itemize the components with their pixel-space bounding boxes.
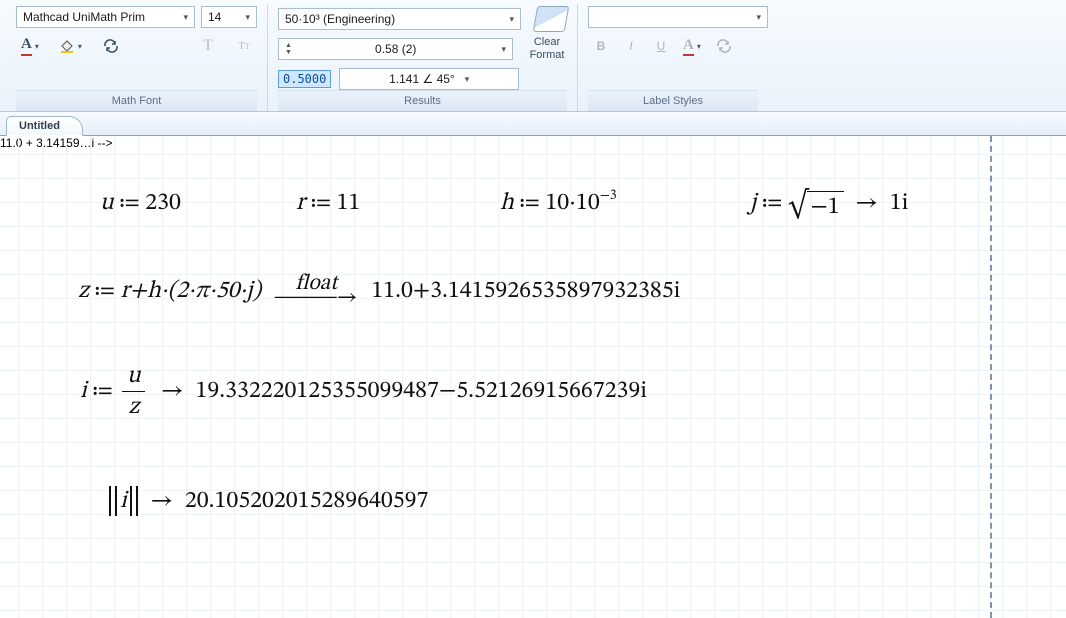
group-label: Results [278,90,567,111]
math-region-h[interactable]: h ≔ 10·10−3 [500,188,617,218]
float-arrow: float ―――→ [275,277,358,305]
paint-bucket-icon [59,39,75,53]
font-color-button[interactable]: A ▾ [16,34,44,58]
number-format-value: 50·10³ (Engineering) [285,12,395,26]
italic-button[interactable]: I [618,34,644,58]
precision-stepper[interactable]: ▲ ▼ [285,42,292,56]
font-color-icon: A [683,37,694,56]
precision-combo[interactable]: ▲ ▼ 0.58 (2) ▾ [278,38,513,60]
chevron-down-icon: ▾ [183,12,188,23]
group-label: Math Font [16,90,257,111]
norm-bars: i [109,486,138,516]
font-size-value: 14 [208,10,221,24]
highlight-color-button[interactable]: ▾ [54,34,87,58]
large-t-icon: T [203,37,213,55]
italic-icon: I [629,39,632,53]
group-label-styles: ▾ B I U A ▾ [578,4,768,111]
label-font-color-button[interactable]: A ▾ [678,34,706,58]
fraction: u z [122,361,145,422]
math-region-norm[interactable]: i → 20.105202015289640597 [108,486,428,516]
math-region-u[interactable]: u ≔ 230 [100,188,181,218]
font-family-value: Mathcad UniMath Prim [23,10,145,24]
eraser-icon [533,6,570,32]
underline-icon: U [657,39,666,53]
bold-icon: B [597,39,606,53]
refresh-icon [715,38,733,54]
bold-button[interactable]: B [588,34,614,58]
clear-format-label[interactable]: Clear Format [527,36,567,62]
chevron-down-icon: ▾ [501,44,506,55]
font-color-icon: A [21,36,32,56]
page-boundary [990,136,992,618]
polar-format-combo[interactable]: 1.141 ∠ 45° ▾ [339,68,519,90]
underline-button[interactable]: U [648,34,674,58]
math-region-r[interactable]: r ≔ 11 [296,188,360,218]
small-t-icon: TT [238,40,250,52]
chevron-down-icon: ▾ [35,42,39,51]
step-up-icon[interactable]: ▲ [285,42,292,49]
font-size-combo[interactable]: 14 ▾ [201,6,257,28]
math-region-j[interactable]: j ≔ √−1 → 1i [750,188,908,223]
clear-format-button[interactable] [535,6,567,32]
label-style-combo[interactable]: ▾ [588,6,768,28]
chevron-down-icon: ▾ [245,12,250,23]
complex-value-box[interactable]: 0.5000 [278,70,331,88]
group-label: Label Styles [588,90,758,111]
math-region-z[interactable]: z ≔ r+h·(2·π·50·j) float ―――→ 11.0+3.141… [78,276,680,306]
tab-strip: Untitled [0,112,1066,136]
worksheet-tab[interactable]: Untitled [6,116,83,136]
decrease-size-button[interactable]: TT [231,34,257,58]
refresh-button[interactable] [97,34,125,58]
number-format-combo[interactable]: 50·10³ (Engineering) ▾ [278,8,521,30]
chevron-down-icon: ▾ [509,14,514,25]
worksheet-viewport[interactable]: u ≔ 230 r ≔ 11 h ≔ 10·10−3 j ≔ √−1 → 1i … [0,136,1066,618]
step-down-icon[interactable]: ▼ [285,49,292,56]
group-results: 50·10³ (Engineering) ▾ ▲ ▼ 0.58 (2) ▾ [268,4,578,111]
chevron-down-icon: ▾ [756,12,761,23]
polar-value: 1.141 ∠ 45° [389,72,455,86]
refresh-icon [102,38,120,54]
tab-title: Untitled [19,120,60,132]
group-math-font: Mathcad UniMath Prim ▾ 14 ▾ A ▾ [6,4,268,111]
label-refresh-button[interactable] [710,34,738,58]
chevron-down-icon: ▾ [697,42,701,51]
ribbon: Mathcad UniMath Prim ▾ 14 ▾ A ▾ [0,0,1066,112]
sqrt-icon: √−1 [788,190,844,223]
font-family-combo[interactable]: Mathcad UniMath Prim ▾ [16,6,195,28]
increase-size-button[interactable]: T [195,34,221,58]
math-region-i[interactable]: i ≔ u z → 19.332220125355099487−5.521269… [80,361,647,422]
precision-value: 0.58 (2) [375,42,416,56]
chevron-down-icon: ▾ [465,74,470,85]
chevron-down-icon: ▾ [78,42,82,51]
